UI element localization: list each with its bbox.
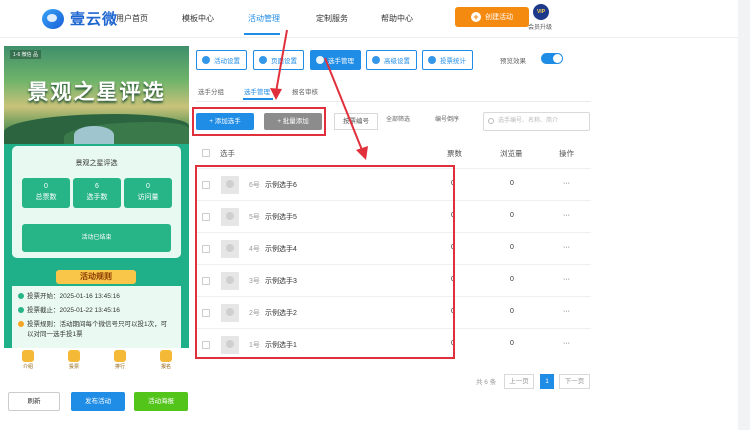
subtab-groups[interactable]: 选手分组 [198, 86, 224, 96]
poster-button[interactable]: 活动海报 [134, 392, 188, 411]
sliders-icon [372, 56, 380, 64]
mobile-preview: 1-6 微信 品 景观之星评选 景观之星评选 0 总票数 6 选手数 0 访问量… [4, 46, 189, 376]
order-dropdown[interactable]: 编号倒序 [435, 114, 459, 123]
more-options-icon[interactable]: ··· [563, 180, 570, 187]
plus-circle-icon: + [471, 12, 481, 22]
header-contestant: 选手 [220, 149, 235, 158]
users-icon [316, 56, 324, 64]
preview-tab-signup[interactable]: 报名 [151, 350, 181, 370]
preview-tab-rank[interactable]: 排行 [105, 350, 135, 370]
tab-page-settings[interactable]: 页面设置 [253, 50, 304, 70]
nav-active-indicator [244, 33, 280, 35]
preview-tab-vote[interactable]: 投票 [59, 350, 89, 370]
page-1-button[interactable]: 1 [540, 374, 554, 389]
stats-card: 景观之星评选 0 总票数 6 选手数 0 访问量 活动已结束 [12, 146, 181, 258]
signup-icon [160, 350, 172, 362]
gear-icon [202, 56, 210, 64]
more-options-icon[interactable]: ··· [563, 212, 570, 219]
header-votes[interactable]: 票数 [447, 148, 462, 159]
banner-title: 景观之星评选 [27, 79, 166, 104]
more-options-icon[interactable]: ··· [563, 276, 570, 283]
tab-advanced-settings[interactable]: 高级设置 [366, 50, 417, 70]
refresh-button[interactable]: 刷新 [8, 392, 60, 411]
rule-policy: 投票规则：活动期间每个微信号只可以投1次，可 [18, 320, 167, 330]
search-input[interactable]: 选手编号、名称、简介 [483, 112, 590, 131]
logo-text: 壹云微 [70, 11, 119, 28]
logo[interactable]: 壹云微 [42, 8, 118, 29]
tab-contestant-management[interactable]: 选手管理 [310, 50, 361, 70]
highlight-box-rows [195, 165, 455, 359]
rules-heading: 活动规则 [56, 270, 136, 284]
chart-icon [428, 56, 436, 64]
rule-policy-cont: 以对同一选手投1票 [27, 331, 83, 338]
publish-button[interactable]: 发布活动 [71, 392, 125, 411]
batch-add-button[interactable]: + 批量添加 [264, 113, 322, 130]
stat-contestants: 6 选手数 [73, 178, 121, 208]
stat-total-votes: 0 总票数 [22, 178, 70, 208]
stat-visits: 0 访问量 [124, 178, 172, 208]
card-title: 景观之星评选 [75, 160, 118, 167]
rule-end: 投票截止：2025-01-22 13:45:16 [18, 306, 120, 316]
more-options-icon[interactable]: ··· [563, 244, 570, 251]
select-all-checkbox[interactable] [202, 149, 210, 157]
preview-toggle-label: 预览效果 [500, 58, 526, 65]
logo-icon [42, 8, 64, 29]
nav-item-help[interactable]: 帮助中心 [381, 13, 413, 24]
clock-icon [18, 307, 24, 314]
preview-tab-intro[interactable]: 介绍 [13, 350, 43, 370]
scrollbar-track[interactable] [738, 0, 750, 430]
add-contestant-button[interactable]: + 添加选手 [196, 113, 254, 130]
next-page-button[interactable]: 下一页 [559, 374, 590, 389]
intro-icon [22, 350, 34, 362]
nav-item-templates[interactable]: 模板中心 [182, 13, 214, 24]
header-views[interactable]: 浏览量 [500, 148, 523, 159]
more-options-icon[interactable]: ··· [563, 340, 570, 347]
banner-tag: 1-6 微信 品 [10, 50, 42, 59]
activity-ended-banner: 活动已结束 [22, 224, 171, 252]
prev-page-button[interactable]: 上一页 [504, 374, 534, 389]
vip-icon[interactable]: VIP [533, 4, 549, 20]
filter-dropdown[interactable]: 全部筛选 [386, 114, 410, 123]
nav-item-custom[interactable]: 定制服务 [316, 13, 348, 24]
subtab-review[interactable]: 报名审核 [292, 86, 318, 96]
nav-item-home[interactable]: 用户首页 [116, 13, 148, 24]
search-icon [488, 118, 494, 124]
vip-upgrade-link[interactable]: 会员升级 [528, 22, 552, 31]
nav-item-activity[interactable]: 活动管理 [248, 13, 280, 24]
subtab-active-indicator [243, 98, 273, 100]
subtab-contestants[interactable]: 选手管理 [244, 86, 270, 96]
preview-toggle[interactable] [541, 53, 563, 64]
clock-icon [18, 293, 24, 300]
page-icon [259, 56, 267, 64]
more-options-icon[interactable]: ··· [563, 308, 570, 315]
vote-icon [68, 350, 80, 362]
tab-vote-statistics[interactable]: 投票统计 [422, 50, 473, 70]
preview-banner: 1-6 微信 品 景观之星评选 [4, 46, 189, 144]
tab-activity-settings[interactable]: 活动设置 [196, 50, 247, 70]
rules-list: 投票开始：2025-01-16 13:45:16 投票截止：2025-01-22… [12, 286, 181, 348]
total-count: 共 6 条 [476, 379, 497, 386]
create-activity-button[interactable]: + 创建活动 [455, 7, 529, 27]
create-activity-label: 创建活动 [485, 14, 513, 21]
info-icon [18, 321, 24, 328]
sort-by-number-button[interactable]: 按票编号 [334, 113, 378, 130]
trophy-icon [114, 350, 126, 362]
divider [196, 101, 591, 102]
preview-tabbar: 介绍 投票 排行 报名 [4, 348, 189, 376]
header-ops: 操作 [559, 149, 574, 158]
top-nav: 壹云微 用户首页 模板中心 活动管理 定制服务 帮助中心 + 创建活动 VIP … [0, 0, 750, 38]
rule-start: 投票开始：2025-01-16 13:45:16 [18, 292, 120, 302]
